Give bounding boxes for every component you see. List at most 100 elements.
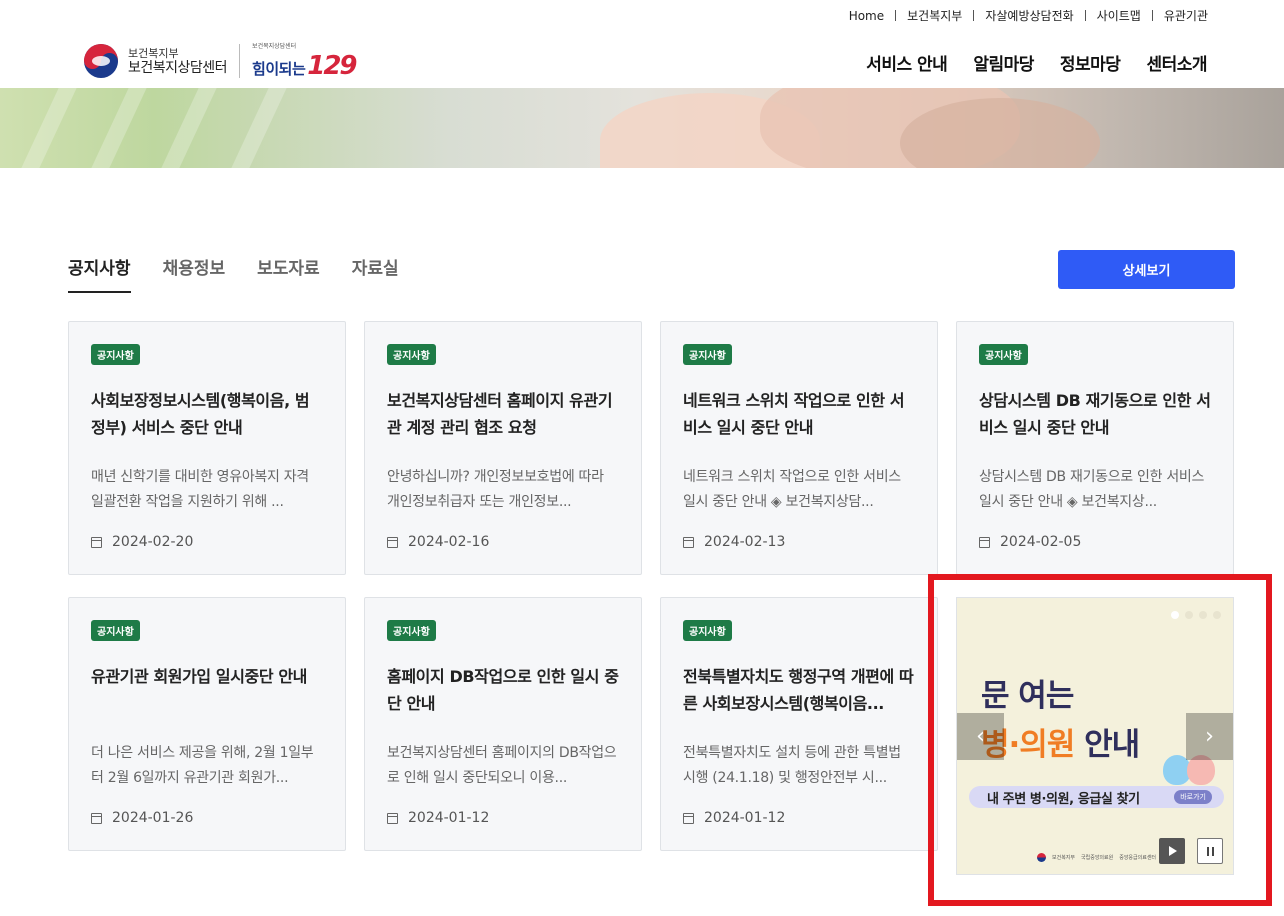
banner-title-rest: 안내	[1074, 727, 1140, 763]
main-nav: 서비스 안내 알림마당 정보마당 센터소개	[866, 50, 1207, 75]
date-text: 2024-02-13	[704, 534, 786, 550]
category-badge: 공지사항	[979, 344, 1028, 365]
carousel-prev-button[interactable]: ‹	[957, 713, 1004, 760]
notice-excerpt: 매년 신학기를 대비한 영유아복지 자격 일괄전환 작업을 지원하기 위해 ..…	[91, 469, 309, 510]
date-text: 2024-01-26	[112, 810, 194, 826]
notice-card[interactable]: 공지사항 네트워크 스위치 작업으로 인한 서비스 일시 중단 안내 네트워크 …	[660, 321, 938, 575]
notice-date: 2024-02-13	[683, 534, 785, 550]
tab-recruitment[interactable]: 채용정보	[163, 254, 226, 293]
calendar-icon	[91, 812, 102, 824]
calendar-icon	[91, 536, 102, 548]
banner-org-label: 보건복지부	[1052, 855, 1076, 861]
carousel-pause-button[interactable]	[1197, 838, 1223, 864]
chevron-left-icon: ‹	[976, 724, 985, 749]
slide-indicators	[1171, 611, 1221, 619]
banner-link-text: 내 주변 병·의원, 응급실 찾기	[987, 791, 1140, 807]
site-logo[interactable]: 보건복지부 보건복지상담센터 보건복지상담센터 힘이되는 129	[84, 42, 358, 81]
notice-excerpt: 안녕하십니까? 개인정보보호법에 따라 개인정보취급자 또는 개인정보...	[387, 469, 604, 510]
notice-excerpt: 보건복지상담센터 홈페이지의 DB작업으로 인해 일시 중단되오니 이용...	[387, 745, 617, 786]
util-link-ministry[interactable]: 보건복지부	[907, 7, 962, 24]
chevron-right-icon: ›	[1205, 724, 1214, 749]
util-link-sitemap[interactable]: 사이트맵	[1097, 7, 1141, 24]
category-badge: 공지사항	[91, 344, 140, 365]
slide-dot[interactable]	[1213, 611, 1221, 619]
slide-dot[interactable]	[1199, 611, 1207, 619]
notice-card[interactable]: 공지사항 전북특별자치도 행정구역 개편에 따른 사회보장시스템(행복이음...…	[660, 597, 938, 851]
category-badge: 공지사항	[91, 620, 140, 641]
banner-org-label: 중앙응급의료센터	[1119, 855, 1157, 861]
banner-org-label: 국립중앙의료원	[1081, 855, 1114, 861]
calendar-icon	[387, 536, 398, 548]
notice-date: 2024-02-05	[979, 534, 1081, 550]
banner-carousel[interactable]: 문 여는 병·의원 안내 내 주변 병·의원, 응급실 찾기 바로가기 ‹ › …	[956, 597, 1234, 875]
slide-dot[interactable]	[1171, 611, 1179, 619]
carousel-play-button[interactable]	[1159, 838, 1185, 864]
tab-notices[interactable]: 공지사항	[68, 254, 131, 293]
banner-title-line2: 병·의원 안내	[981, 719, 1140, 764]
notice-title: 보건복지상담센터 홈페이지 유관기관 계정 관리 협조 요청	[387, 391, 613, 437]
notice-date: 2024-01-26	[91, 810, 193, 826]
board-tabs: 공지사항 채용정보 보도자료 자료실	[68, 254, 399, 293]
utility-nav: Home 보건복지부 자살예방상담전화 사이트맵 유관기관	[849, 7, 1208, 24]
date-text: 2024-02-16	[408, 534, 490, 550]
date-text: 2024-01-12	[408, 810, 490, 826]
notice-title: 홈페이지 DB작업으로 인한 일시 중단 안내	[387, 667, 619, 713]
banner-footer-logos: 보건복지부 국립중앙의료원 중앙응급의료센터	[1037, 853, 1156, 862]
ministry-label: 보건복지부	[128, 47, 179, 60]
nav-item-notices[interactable]: 알림마당	[973, 50, 1034, 75]
date-text: 2024-01-12	[704, 810, 786, 826]
util-link-home[interactable]: Home	[849, 9, 884, 23]
notice-date: 2024-01-12	[683, 810, 785, 826]
notice-excerpt: 상담시스템 DB 재기동으로 인한 서비스 일시 중단 안내 ◈ 보건복지상..…	[979, 469, 1205, 510]
notice-card[interactable]: 공지사항 보건복지상담센터 홈페이지 유관기관 계정 관리 협조 요청 안녕하십…	[364, 321, 642, 575]
notice-title: 유관기관 회원가입 일시중단 안내	[91, 667, 307, 686]
category-badge: 공지사항	[387, 620, 436, 641]
category-badge: 공지사항	[387, 344, 436, 365]
center-label: 보건복지상담센터	[128, 60, 228, 76]
divider	[1151, 10, 1153, 21]
notice-excerpt: 전북특별자치도 설치 등에 관한 특별법 시행 (24.1.18) 및 행정안전…	[683, 745, 901, 786]
notice-card[interactable]: 공지사항 상담시스템 DB 재기동으로 인한 서비스 일시 중단 안내 상담시스…	[956, 321, 1234, 575]
category-badge: 공지사항	[683, 344, 732, 365]
notice-excerpt: 더 나은 서비스 제공을 위해, 2월 1일부터 2월 6일까지 유관기관 회원…	[91, 745, 314, 786]
notice-card[interactable]: 공지사항 사회보장정보시스템(행복이음, 범정부) 서비스 중단 안내 매년 신…	[68, 321, 346, 575]
tab-press-releases[interactable]: 보도자료	[257, 254, 320, 293]
banner-search-link[interactable]: 내 주변 병·의원, 응급실 찾기 바로가기	[969, 786, 1224, 808]
notice-date: 2024-02-16	[387, 534, 489, 550]
view-more-button[interactable]: 상세보기	[1058, 250, 1235, 289]
notice-title: 전북특별자치도 행정구역 개편에 따른 사회보장시스템(행복이음...	[683, 667, 914, 713]
brand-number: 129	[307, 51, 357, 81]
divider	[973, 10, 975, 21]
notice-date: 2024-02-20	[91, 534, 193, 550]
notice-card[interactable]: 공지사항 유관기관 회원가입 일시중단 안내 더 나은 서비스 제공을 위해, …	[68, 597, 346, 851]
play-icon	[1169, 846, 1177, 856]
divider	[1084, 10, 1086, 21]
government-emblem-icon	[84, 44, 118, 78]
ministry-name: 보건복지부 보건복지상담센터	[128, 46, 228, 76]
nav-item-information[interactable]: 정보마당	[1060, 50, 1121, 75]
slide-dot[interactable]	[1185, 611, 1193, 619]
logo-divider	[239, 44, 241, 78]
brand-small-label: 보건복지상담센터	[252, 43, 297, 50]
notice-title: 상담시스템 DB 재기동으로 인한 서비스 일시 중단 안내	[979, 391, 1211, 437]
notice-title: 사회보장정보시스템(행복이음, 범정부) 서비스 중단 안내	[91, 391, 310, 437]
calendar-icon	[387, 812, 398, 824]
notice-card[interactable]: 공지사항 홈페이지 DB작업으로 인한 일시 중단 안내 보건복지상담센터 홈페…	[364, 597, 642, 851]
nav-item-service-guide[interactable]: 서비스 안내	[866, 50, 948, 75]
notice-date: 2024-01-12	[387, 810, 489, 826]
tab-resources[interactable]: 자료실	[352, 254, 399, 293]
calendar-icon	[683, 812, 694, 824]
pause-icon	[1206, 846, 1214, 856]
notice-title: 네트워크 스위치 작업으로 인한 서비스 일시 중단 안내	[683, 391, 905, 437]
carousel-next-button[interactable]: ›	[1186, 713, 1233, 760]
banner-shortcut-button[interactable]: 바로가기	[1174, 790, 1212, 804]
government-emblem-icon	[1037, 853, 1046, 862]
date-text: 2024-02-20	[112, 534, 194, 550]
nav-item-about-center[interactable]: 센터소개	[1146, 50, 1207, 75]
util-link-suicide-hotline[interactable]: 자살예방상담전화	[985, 7, 1073, 24]
notice-excerpt: 네트워크 스위치 작업으로 인한 서비스 일시 중단 안내 ◈ 보건복지상담..…	[683, 469, 901, 510]
calendar-icon	[979, 536, 990, 548]
hero-image	[0, 88, 1284, 168]
util-link-related-orgs[interactable]: 유관기관	[1164, 7, 1208, 24]
divider	[895, 10, 897, 21]
